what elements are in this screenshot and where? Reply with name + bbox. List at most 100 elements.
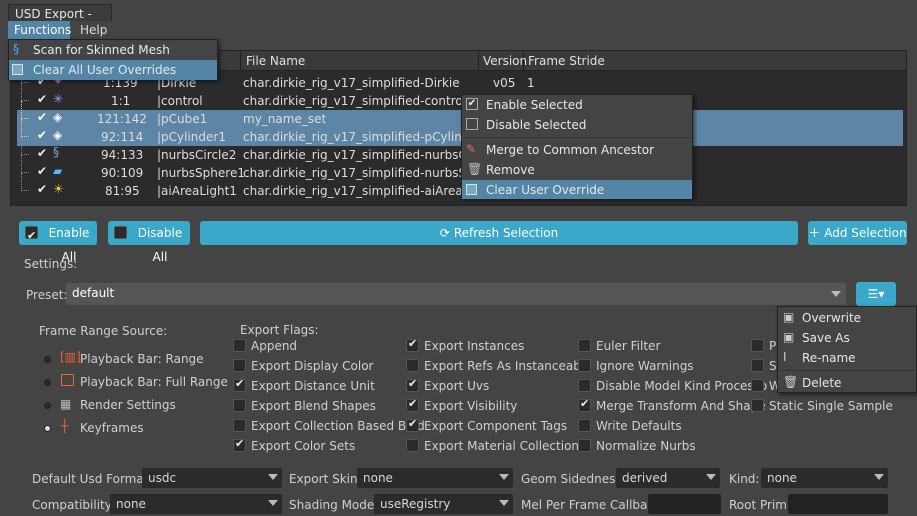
window-title-tab: USD Export - v1.0	[8, 4, 112, 35]
flag-label: Export Display Color	[251, 359, 374, 373]
menu-item-overwrite[interactable]: ▣ Overwrite	[778, 308, 916, 328]
preset-menu-button[interactable]: ☰▾	[856, 282, 896, 306]
menu-help[interactable]: Help	[74, 21, 113, 39]
header-file-name[interactable]: File Name	[246, 54, 305, 68]
geom-sidedness-dropdown[interactable]: derived	[616, 468, 720, 488]
light-icon: ☀	[53, 182, 64, 196]
checkbox[interactable]	[751, 399, 764, 412]
compatibility-dropdown[interactable]: none	[110, 494, 282, 514]
menu-functions[interactable]: Functions	[8, 21, 71, 39]
checkbox[interactable]	[578, 359, 591, 372]
flag-label: Static Single Sample	[769, 399, 893, 413]
option-keyframes[interactable]: Keyframes	[80, 421, 144, 435]
menu-item-rename[interactable]: Ⅰ Re-name	[778, 348, 916, 368]
enable-all-button[interactable]: Enable All	[19, 221, 97, 264]
menu-item-clear-all-overrides[interactable]: Clear All User Overrides	[9, 60, 217, 80]
checkbox[interactable]	[751, 379, 764, 392]
checkbox[interactable]	[578, 439, 591, 452]
checkbox[interactable]	[578, 419, 591, 432]
checkbox[interactable]	[578, 397, 591, 412]
node-name: |pCube1	[157, 112, 208, 126]
checkbox[interactable]	[406, 397, 419, 412]
preset-dropdown[interactable]: default	[66, 283, 846, 305]
table-row[interactable]: ✔ ◈ 121:142 |pCube1 my_name_set	[17, 101, 903, 128]
menu-item-save-as[interactable]: ▣ Save As	[778, 328, 916, 348]
check-icon[interactable]: ✔	[37, 146, 47, 160]
check-icon[interactable]: ✔	[37, 92, 47, 106]
menu-item-disable-selected[interactable]: Disable Selected	[462, 115, 692, 135]
header-frame-stride[interactable]: Frame Stride	[528, 54, 605, 68]
checkbox[interactable]	[406, 417, 419, 432]
checkbox[interactable]	[233, 339, 246, 352]
frame-range: 94:133	[101, 148, 144, 162]
file-name[interactable]: my_name_set	[243, 112, 326, 126]
checkbox[interactable]	[406, 377, 419, 392]
check-icon[interactable]: ✔	[37, 110, 47, 124]
header-version[interactable]: Version	[483, 54, 527, 68]
check-icon[interactable]: ✔	[37, 182, 47, 196]
root-prim-label: Root Prim:	[729, 498, 792, 512]
file-name[interactable]: char.dirkie_rig_v17_simplified-pCylinder…	[243, 130, 489, 144]
shading-mode-dropdown[interactable]: useRegistry	[374, 494, 513, 514]
checkbox[interactable]	[233, 377, 246, 392]
table-row[interactable]: ✔ ◈ 92:114 |pCylinder1 char.dirkie_rig_v…	[17, 119, 903, 146]
option-playback-full[interactable]: Playback Bar: Full Range	[80, 375, 228, 389]
mesh-icon: ◈	[53, 128, 63, 142]
refresh-selection-button[interactable]: ⟳ Refresh Selection	[200, 221, 798, 245]
mel-callback-input[interactable]	[648, 494, 721, 514]
export-skin-dropdown[interactable]: none	[357, 468, 513, 488]
checkbox[interactable]	[233, 399, 246, 412]
node-name: |pCylinder1	[157, 130, 226, 144]
disable-all-button[interactable]: Disable All	[108, 221, 190, 264]
checkbox[interactable]	[233, 359, 246, 372]
menu-item-remove[interactable]: 🗑 Remove	[462, 160, 692, 180]
table-row[interactable]: ✔ ✳ 1:1 |control char.dirkie_rig_v17_sim…	[17, 83, 903, 110]
row-context-menu: ✔ Enable Selected Disable Selected ✎ Mer…	[461, 94, 693, 199]
shading-mode-label: Shading Mode:	[289, 498, 379, 512]
table-row[interactable]: ✔ § 94:133 |nurbsCircle2 char.dirkie_rig…	[17, 137, 903, 164]
menu-item-clear-override[interactable]: Clear User Override	[462, 180, 692, 199]
checkbox[interactable]	[406, 337, 419, 352]
file-name[interactable]: char.dirkie_rig_v17_simplified-Dirkie	[243, 76, 460, 90]
checkbox[interactable]	[751, 359, 764, 372]
menu-item-delete[interactable]: 🗑 Delete	[778, 373, 916, 393]
check-icon[interactable]: ✔	[37, 164, 47, 178]
checkbox[interactable]	[233, 437, 246, 452]
kind-dropdown[interactable]: none	[761, 468, 888, 488]
menu-item-scan-skinned[interactable]: § Scan for Skinned Mesh	[9, 40, 217, 60]
flag-label: Export Distance Unit	[251, 379, 375, 393]
frame-stride[interactable]: 1	[527, 76, 535, 90]
empty-box-icon	[466, 118, 478, 130]
radio-playback-range[interactable]	[44, 356, 51, 363]
radio-keyframes[interactable]	[44, 425, 51, 432]
checkbox[interactable]	[578, 339, 591, 352]
version[interactable]: v05	[493, 76, 515, 90]
menu-item-enable-selected[interactable]: ✔ Enable Selected	[462, 95, 692, 115]
checkbox[interactable]	[233, 419, 246, 432]
radio-playback-full[interactable]	[44, 379, 51, 386]
table-row[interactable]: ✔ ☀ 81:95 |aiAreaLight1 char.dirkie_rig_…	[17, 173, 903, 200]
tree-line	[21, 101, 29, 119]
option-playback-range[interactable]: Playback Bar: Range	[80, 352, 204, 366]
default-usd-format-dropdown[interactable]: usdc	[142, 468, 282, 488]
refresh-icon: ⟳	[439, 226, 450, 240]
file-name[interactable]: char.dirkie_rig_v17_simplified-control	[243, 94, 466, 108]
root-prim-input[interactable]	[788, 494, 888, 514]
checkbox[interactable]	[406, 359, 419, 372]
option-render-settings[interactable]: Render Settings	[80, 398, 176, 412]
check-icon[interactable]: ✔	[37, 128, 47, 142]
nurbs-icon: ▰	[53, 164, 63, 178]
checkbox[interactable]	[751, 339, 764, 352]
table-row[interactable]: ✔ ▰ 90:109 |nurbsSphere1 char.dirkie_rig…	[17, 155, 903, 182]
radio-render-settings[interactable]	[44, 402, 51, 409]
menu-item-merge-ancestor[interactable]: ✎ Merge to Common Ancestor	[462, 140, 692, 160]
trash-icon: 🗑	[783, 375, 799, 389]
checkbox[interactable]	[578, 379, 591, 392]
merge-icon: ✎	[466, 142, 477, 156]
add-selection-button[interactable]: ＋ Add Selection	[808, 221, 907, 245]
flag-label: Export Instances	[424, 339, 525, 353]
flag-label: Export Visibility	[424, 399, 518, 413]
tree-line	[21, 137, 29, 155]
tree-line	[21, 173, 29, 191]
checkbox[interactable]	[406, 439, 419, 452]
